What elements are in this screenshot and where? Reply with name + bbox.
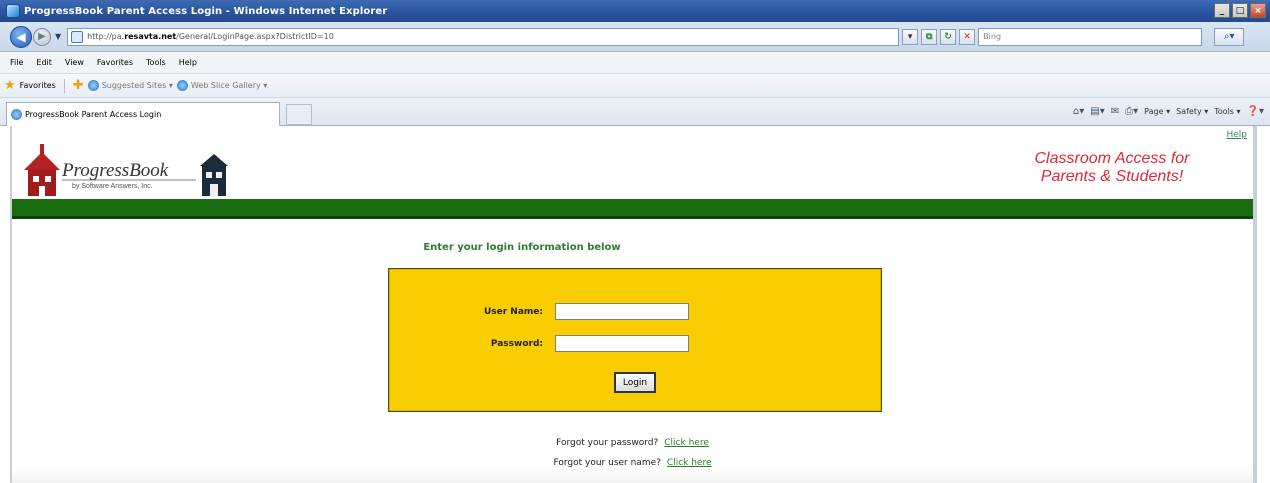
ie-icon [176, 80, 188, 91]
ie-icon [87, 80, 99, 91]
menu-bar: File Edit View Favorites Tools Help [0, 52, 1270, 74]
maximize-button[interactable]: □ [1232, 3, 1248, 18]
tab-progressbook-login[interactable]: ProgressBook Parent Access Login [6, 102, 280, 126]
url-prefix: http://pa. [87, 32, 125, 41]
stop-icon[interactable]: ✕ [959, 28, 976, 45]
mail-icon[interactable]: ✉ [1111, 106, 1119, 117]
instructions-text: Enter your login information below [423, 242, 621, 253]
password-input[interactable] [555, 335, 689, 352]
forgot-password-link[interactable]: Click here [664, 438, 709, 448]
back-button[interactable]: ◀ [10, 25, 32, 48]
search-icon[interactable]: ⌕▾ [1214, 27, 1245, 46]
page-fade-edge [12, 467, 1253, 483]
favorites-button[interactable]: Favorites [20, 81, 56, 90]
search-placeholder: Bing [983, 32, 1002, 41]
minimize-button[interactable]: _ [1214, 3, 1230, 18]
favorites-bar: ★ Favorites ✚ Suggested Sites ▾ Web Slic… [0, 74, 1270, 98]
web-slice-gallery-link[interactable]: Web Slice Gallery ▾ [176, 80, 268, 91]
home-icon[interactable]: ⌂▾ [1073, 106, 1084, 117]
tab-row: ProgressBook Parent Access Login ⌂▾ ▤▾ ✉… [0, 98, 1270, 126]
logo-subtext: by Software Answers, Inc. [72, 183, 153, 190]
logo-text: ProgressBook [61, 160, 169, 181]
command-bar: ⌂▾ ▤▾ ✉ ⎙▾ Page ▾ Safety ▾ Tools ▾ ❓▾ [1073, 106, 1264, 117]
tagline: Classroom Access for Parents & Students! [1002, 150, 1222, 186]
new-tab-button[interactable] [286, 104, 312, 125]
forgot-password-text: Forgot your password? [556, 438, 659, 448]
web-slice-gallery-label: Web Slice Gallery ▾ [190, 81, 268, 90]
menu-view[interactable]: View [65, 58, 84, 67]
window-title-bar: ProgressBook Parent Access Login - Windo… [0, 0, 1270, 22]
address-input[interactable]: http://pa. resavta.net/General/LoginPage.… [67, 27, 900, 46]
header-green-band [12, 199, 1253, 219]
login-instructions: Enter your login information below [12, 242, 1270, 253]
page-menu[interactable]: Page ▾ [1144, 107, 1170, 116]
progressbook-logo: ProgressBook by Software Answers, Inc. [24, 144, 228, 196]
username-label: User Name: [483, 306, 543, 317]
favorites-star-icon[interactable]: ★ [4, 78, 16, 93]
close-window-button[interactable]: × [1250, 3, 1266, 18]
forward-button[interactable]: ▶ [33, 27, 51, 46]
menu-favorites[interactable]: Favorites [97, 58, 133, 67]
login-form: User Name: Password: Login [388, 268, 882, 412]
tools-menu[interactable]: Tools ▾ [1214, 107, 1240, 116]
username-input[interactable] [555, 303, 689, 320]
refresh-icon[interactable]: ↻ [940, 28, 957, 45]
forgot-password-line: Forgot your password? Click here [12, 438, 1253, 448]
login-button[interactable]: Login [614, 372, 656, 393]
window-title: ProgressBook Parent Access Login - Windo… [24, 5, 388, 17]
ie-app-icon [6, 4, 20, 18]
suggested-sites-link[interactable]: Suggested Sites ▾ [87, 80, 173, 91]
url-path: /General/LoginPage.aspx?DistrictID=10 [176, 32, 334, 41]
window-controls: _ □ × [1214, 3, 1266, 18]
help-icon[interactable]: ❓▾ [1247, 106, 1264, 117]
tagline-line-1: Classroom Access for [1034, 150, 1190, 167]
suggested-sites-label: Suggested Sites ▾ [101, 81, 173, 90]
web-page: Help ProgressBook by Software Answers, I… [10, 126, 1257, 483]
address-toolbar: ◀ ▶ ▼ http://pa. resavta.net/General/Logi… [0, 22, 1270, 52]
tab-favicon-icon [11, 109, 22, 120]
compatibility-view-icon[interactable]: ⧉ [921, 28, 938, 45]
menu-tools[interactable]: Tools [146, 58, 166, 67]
add-to-favorites-icon[interactable]: ✚ [73, 78, 84, 93]
tagline-line-2: Parents & Students! [1040, 168, 1184, 185]
feeds-icon[interactable]: ▤▾ [1090, 106, 1104, 117]
safety-menu[interactable]: Safety ▾ [1176, 107, 1208, 116]
favorites-divider [63, 78, 65, 93]
tab-label: ProgressBook Parent Access Login [25, 110, 162, 119]
recent-pages-dropdown[interactable]: ▼ [55, 32, 61, 41]
print-icon[interactable]: ⎙▾ [1125, 106, 1138, 117]
password-row: Password: [389, 335, 883, 352]
schoolhouse-roof-icon [24, 152, 60, 170]
menu-help[interactable]: Help [179, 58, 197, 67]
username-row: User Name: [389, 303, 883, 320]
help-link[interactable]: Help [1226, 130, 1247, 140]
search-input[interactable]: Bing [978, 27, 1203, 46]
password-label: Password: [490, 338, 543, 349]
menu-file[interactable]: File [10, 58, 23, 67]
url-domain: resavta.net [124, 32, 177, 41]
address-dropdown-button[interactable]: ▾ [902, 28, 919, 45]
menu-edit[interactable]: Edit [36, 58, 52, 67]
page-favicon-icon [71, 30, 84, 43]
